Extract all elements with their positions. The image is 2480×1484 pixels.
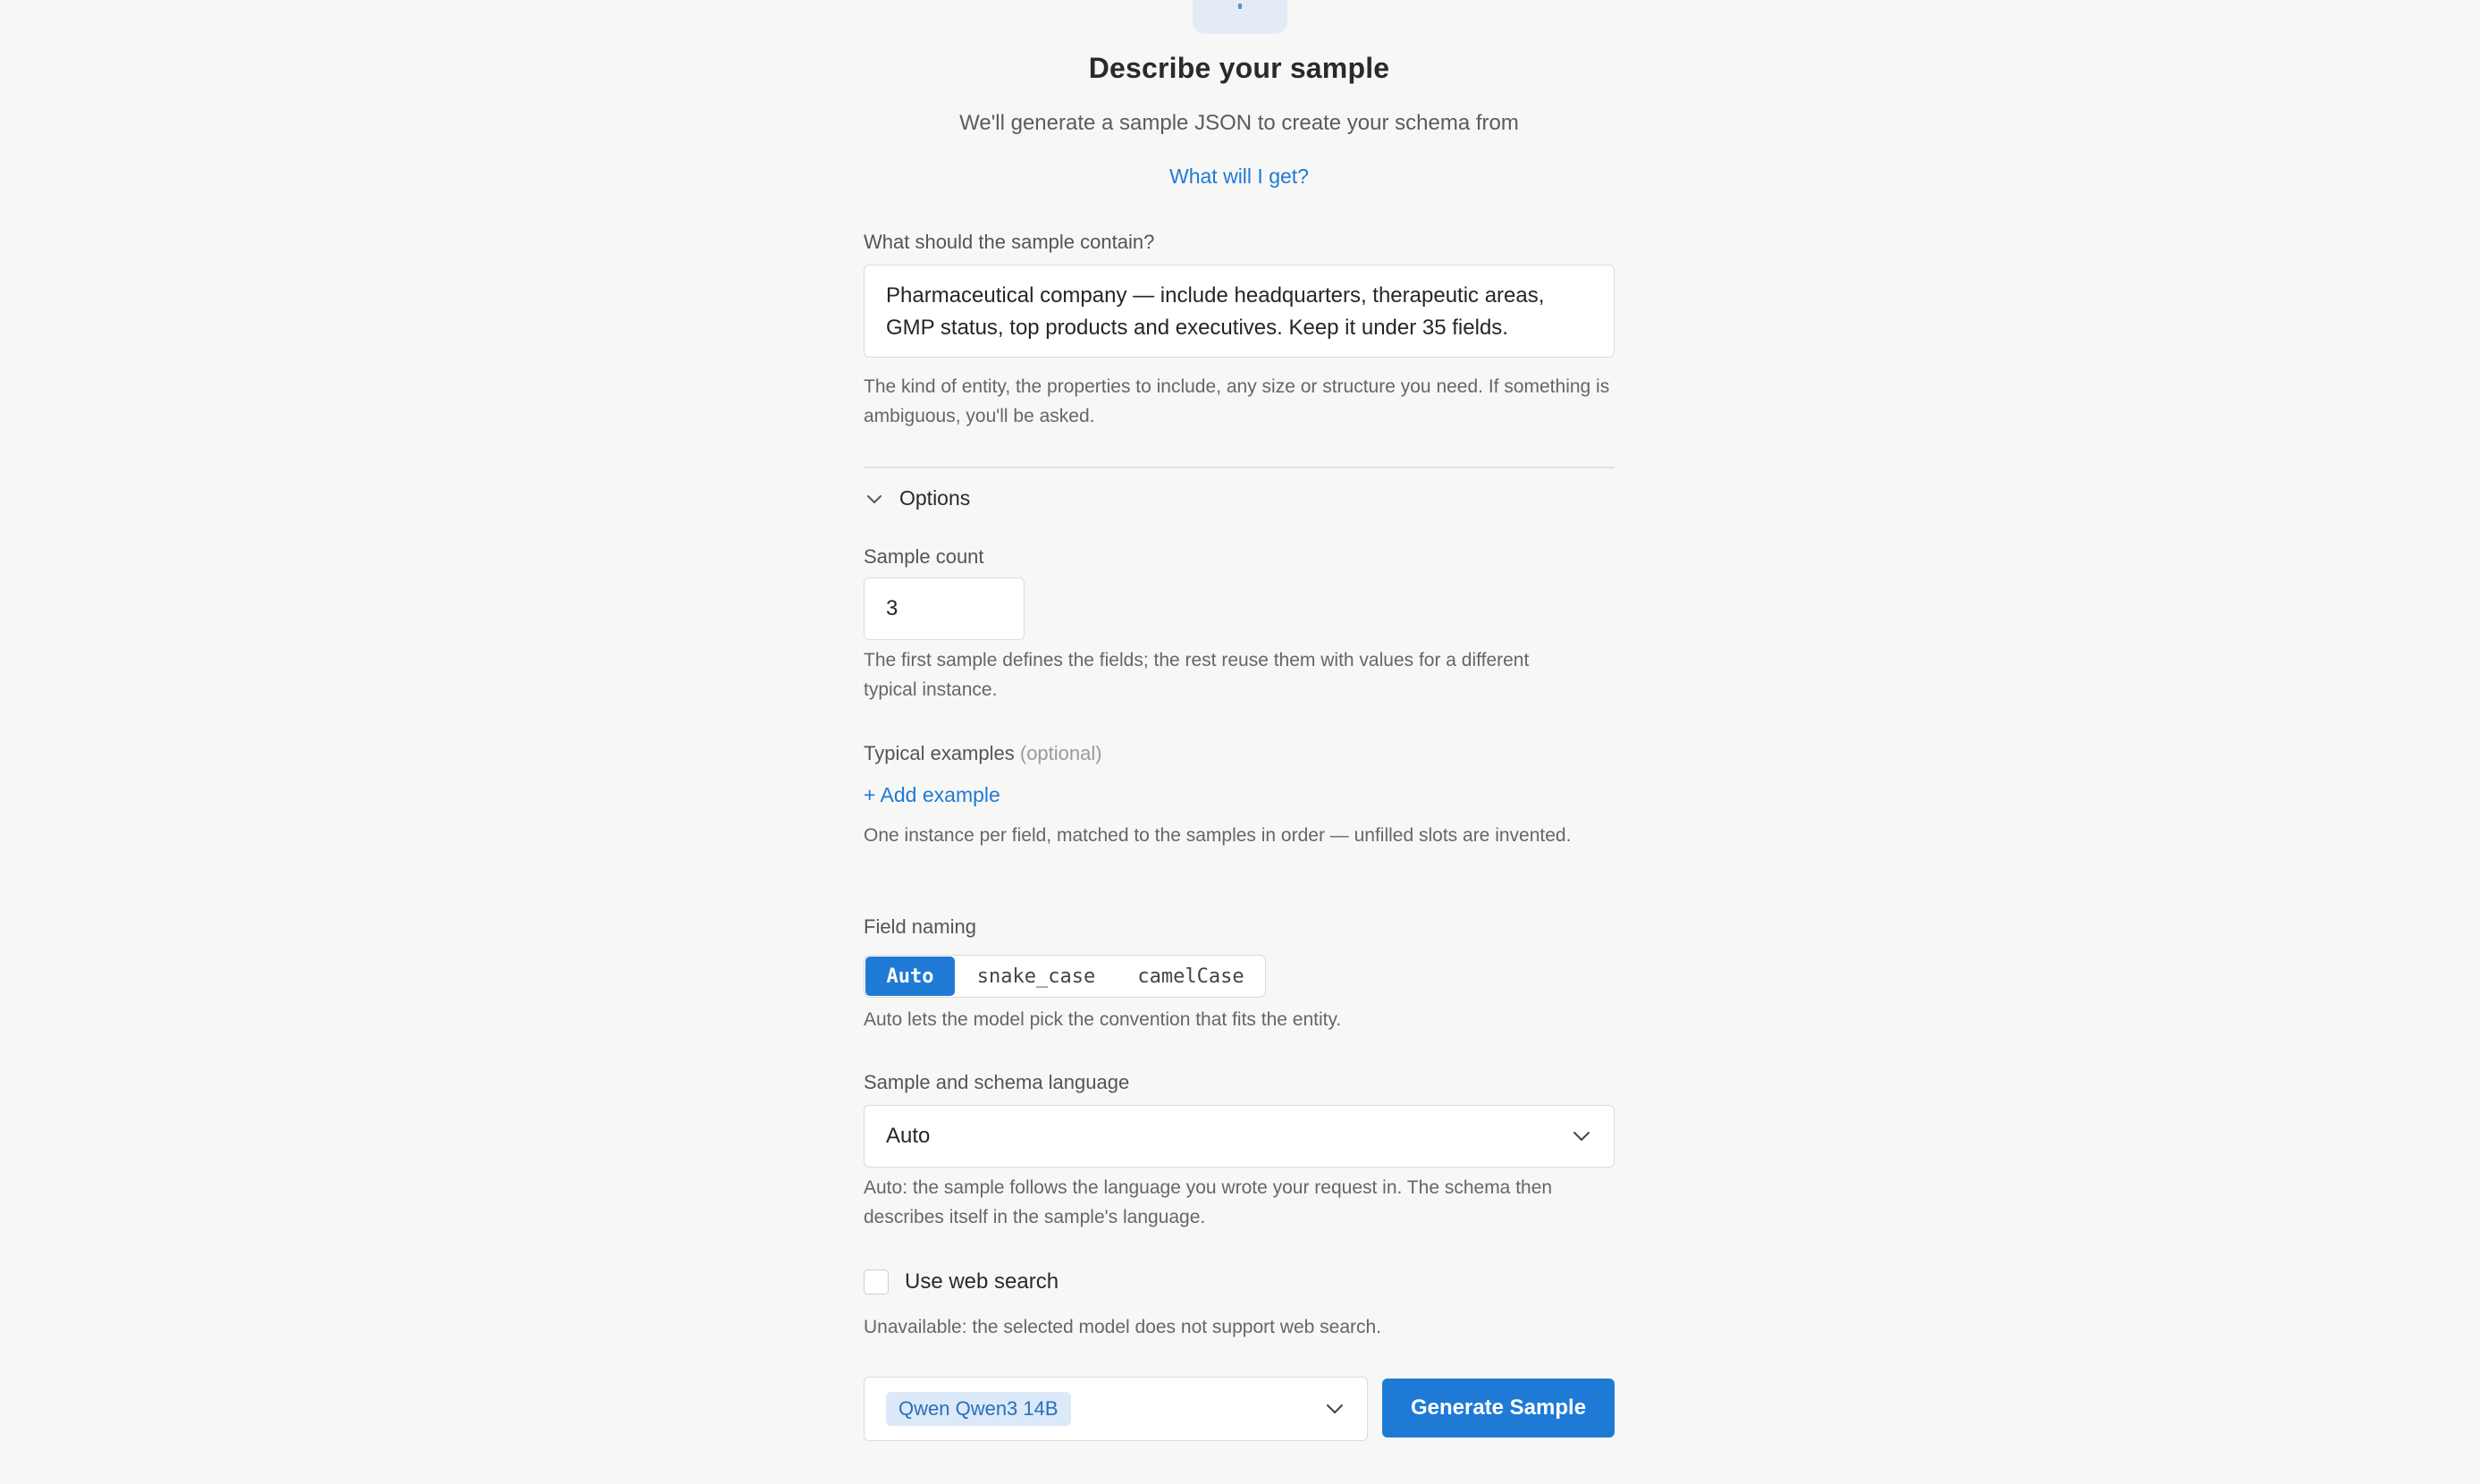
chevron-down-icon [1573, 1132, 1590, 1141]
chevron-down-icon [867, 494, 881, 503]
typical-examples-title: Typical examples [864, 742, 1015, 764]
model-select[interactable]: Qwen Qwen3 14B [864, 1377, 1368, 1441]
page-title: Describe your sample [1088, 52, 1390, 84]
model-chip: Qwen Qwen3 14B [886, 1392, 1071, 1426]
description-hint: The kind of entity, the properties to in… [864, 376, 1610, 426]
options-label: Options [899, 486, 971, 510]
page-subtitle: We'll generate a sample JSON to create y… [959, 111, 1519, 135]
description-label: What should the sample contain? [864, 231, 1155, 253]
sample-count-input[interactable] [864, 578, 1025, 640]
field-naming-hint: Auto lets the model pick the convention … [864, 1009, 1342, 1030]
sample-count-hint: The first sample defines the fields; the… [864, 650, 1530, 700]
sample-count-label: Sample count [864, 545, 984, 568]
add-example-link[interactable]: + Add example [864, 783, 1000, 807]
generate-sample-button[interactable]: Generate Sample [1382, 1379, 1615, 1438]
language-label: Sample and schema language [864, 1071, 1130, 1093]
options-toggle[interactable]: Options [864, 486, 970, 510]
field-naming-auto[interactable]: Auto [865, 957, 955, 996]
section-divider [864, 467, 1615, 468]
optional-tag: (optional) [1019, 742, 1102, 764]
language-select[interactable]: Auto [864, 1105, 1615, 1168]
typical-examples-hint: One instance per field, matched to the s… [864, 825, 1572, 846]
page: Describe your sample We'll generate a sa… [0, 0, 2480, 1484]
what-will-i-get-link[interactable]: What will I get? [864, 164, 1615, 189]
web-search-checkbox[interactable] [864, 1269, 889, 1294]
web-search-row: Use web search [864, 1269, 1059, 1294]
field-naming-segmented-control: Auto snake_case camelCase [864, 955, 1266, 998]
description-textarea[interactable]: Pharmaceutical company — include headqua… [864, 265, 1615, 358]
language-value: Auto [886, 1124, 931, 1148]
web-search-hint: Unavailable: the selected model does not… [864, 1317, 1382, 1337]
field-naming-label: Field naming [864, 915, 976, 938]
typical-examples-label: Typical examples (optional) [864, 742, 1102, 765]
web-search-label: Use web search [905, 1269, 1059, 1294]
step-indicator-icon [1238, 4, 1242, 9]
field-naming-snake-case[interactable]: snake_case [956, 956, 1117, 997]
field-naming-camel-case[interactable]: camelCase [1117, 956, 1265, 997]
language-hint: Auto: the sample follows the language yo… [864, 1177, 1553, 1227]
chevron-down-icon [1327, 1404, 1343, 1413]
top-step-tab [1193, 0, 1287, 34]
